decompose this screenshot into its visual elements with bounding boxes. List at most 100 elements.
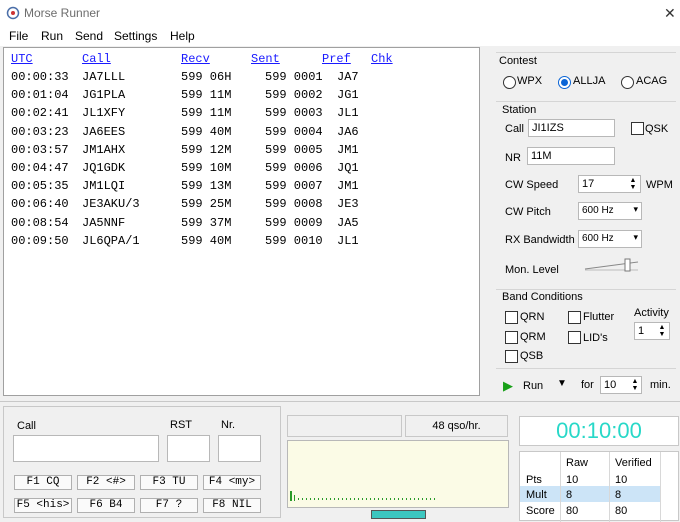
qrn-label[interactable]: QRN [520,311,544,323]
run-button-label[interactable]: Run [523,380,543,392]
menu-help[interactable]: Help [170,29,195,43]
entry-rst-input[interactable] [167,435,210,462]
f1-cq-button[interactable]: F1 CQ [14,475,72,490]
log-cell: JQ1 [337,161,359,175]
entry-rst-label: RST [170,419,192,431]
score-mult-verified: 8 [615,489,622,501]
entry-call-input[interactable] [13,435,159,462]
flutter-label[interactable]: Flutter [583,311,614,323]
for-label: for [581,379,594,391]
run-minutes-spinner[interactable]: ▲ ▼ [629,378,641,392]
log-cell: JL1 [337,233,359,248]
cw-speed-label: CW Speed [505,179,559,191]
station-group [496,101,676,102]
menu-send[interactable]: Send [75,29,103,43]
min-label: min. [650,379,671,391]
f3-tu-button[interactable]: F3 TU [140,475,198,490]
chevron-down-icon[interactable]: ▼ [557,378,567,389]
contest-title: Contest [499,55,537,67]
play-icon[interactable]: ▶ [503,378,513,394]
menu-file[interactable]: File [9,29,28,43]
qsb-label[interactable]: QSB [520,350,543,362]
log-cell: 00:05:35 [11,179,69,194]
table-row[interactable]: 00:00:33 JA7LLL 599 06H 599 0001 JA7 [4,70,474,88]
contest-allja-radio[interactable] [558,76,571,89]
table-row[interactable]: 00:02:41 JL1XFY 599 11M 599 0003 JL1 [4,106,474,124]
activity-spinner[interactable]: ▲ ▼ [656,324,668,338]
flutter-checkbox[interactable] [568,311,581,324]
qrn-checkbox[interactable] [505,311,518,324]
table-row[interactable]: 00:06:40 JE3AKU/3 599 25M 599 0008 JE3 [4,197,474,215]
close-icon[interactable]: ✕ [664,5,676,22]
qsb-checkbox[interactable] [505,350,518,363]
table-row[interactable]: 00:01:04 JG1PLA 599 11M 599 0002 JG1 [4,88,474,106]
cw-speed-spinner[interactable]: ▲ ▼ [627,177,639,191]
mon-level-slider[interactable] [584,258,640,272]
log-cell: 599 13M [181,179,232,194]
mon-level-label: Mon. Level [505,264,559,276]
log-cell: JA5 [337,215,359,230]
log-cell: 599 0001 [265,70,323,84]
contest-wpx-label[interactable]: WPX [517,75,542,87]
log-cell: 00:00:33 [11,70,69,84]
table-row[interactable]: 00:03:57 JM1AHX 599 12M 599 0005 JM1 [4,143,474,161]
table-row[interactable]: 00:03:23 JA6EES 599 40M 599 0004 JA6 [4,125,474,143]
log-cell: JL1XFY [82,106,126,121]
f2-number-button[interactable]: F2 <#> [77,475,135,490]
table-row[interactable]: 00:04:47 JQ1GDK 599 10M 599 0006 JQ1 [4,161,474,179]
station-nr-input[interactable]: 11M [527,147,615,165]
entry-nr-input[interactable] [218,435,261,462]
lids-checkbox[interactable] [568,331,581,344]
log-cell: 00:02:41 [11,106,69,121]
f5-his-button[interactable]: F5 <his> [14,498,72,513]
log-cell: JM1 [337,179,359,194]
f7-question-button[interactable]: F7 ? [140,498,198,513]
contest-wpx-radio[interactable] [503,76,516,89]
log-header-sent: Sent [251,52,280,66]
table-row[interactable]: 00:09:50 JL6QPA/1 599 40M 599 0010 JL1 [4,234,474,252]
log-cell: 00:03:57 [11,142,69,157]
contest-acag-label[interactable]: ACAG [636,75,667,87]
f8-nil-button[interactable]: F8 NIL [203,498,261,513]
station-title: Station [502,104,537,116]
lids-label[interactable]: LID's [583,332,608,344]
qrm-label[interactable]: QRM [520,331,546,343]
log-cell: JL6QPA/1 [82,233,140,248]
qrm-checkbox[interactable] [505,331,518,344]
rx-bandwidth-value: 600 Hz [582,233,614,244]
bottom-divider [0,401,680,402]
chevron-down-icon: ▾ [633,232,638,242]
score-table: Raw Verified Pts 10 10 Mult 8 8 Score 80… [519,451,679,522]
qsk-label[interactable]: QSK [645,123,668,135]
log-header-call: Call [82,52,111,66]
log-cell: 599 0010 [265,233,323,248]
log-cell: 00:06:40 [11,197,69,212]
table-row[interactable]: 00:05:35 JM1LQI 599 13M 599 0007 JM1 [4,179,474,197]
entry-call-label: Call [17,420,36,432]
contest-allja-label[interactable]: ALLJA [573,75,605,87]
chevron-down-icon: ▾ [633,204,638,214]
log-cell: JM1LQI [82,179,126,194]
menu-run[interactable]: Run [41,29,63,43]
score-header-raw: Raw [566,457,589,469]
contest-group [496,52,676,53]
log-cell: 599 37M [181,215,232,230]
rx-bandwidth-select[interactable]: 600 Hz ▾ [578,230,642,248]
rate-display: 48 qso/hr. [405,415,508,437]
band-title: Band Conditions [502,291,583,303]
table-row[interactable]: 00:08:54 JA5NNF 599 37M 599 0009 JA5 [4,216,474,234]
wpm-label: WPM [646,179,673,191]
cw-pitch-select[interactable]: 600 Hz ▾ [578,202,642,220]
band-scope [287,440,509,508]
score-total-label: Score [526,505,555,517]
score-col-divider [660,452,661,522]
qsk-checkbox[interactable] [631,122,644,135]
qso-log[interactable]: UTC Call Recv Sent Pref Chk 00:00:33 JA7L… [3,47,480,396]
menu-settings[interactable]: Settings [114,29,157,43]
f4-my-button[interactable]: F4 <my> [203,475,261,490]
station-call-input[interactable]: JI1IZS [528,119,615,137]
contest-acag-radio[interactable] [621,76,634,89]
tuning-indicator[interactable] [371,510,426,519]
log-cell: 599 0003 [265,106,323,121]
f6-b4-button[interactable]: F6 B4 [77,498,135,513]
